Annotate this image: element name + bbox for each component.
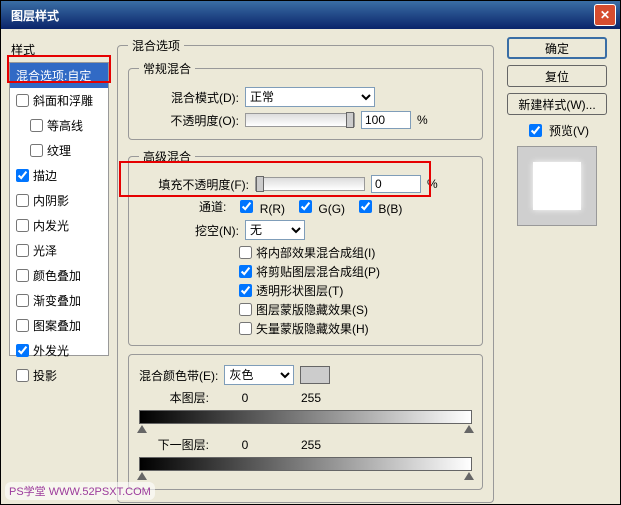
style-checkbox[interactable] (30, 119, 43, 132)
styles-list-item[interactable]: 投影 (10, 363, 108, 388)
style-item-label: 光泽 (33, 242, 57, 259)
cancel-button[interactable]: 复位 (507, 65, 607, 87)
ok-button[interactable]: 确定 (507, 37, 607, 59)
next-low: 0 (215, 438, 275, 452)
styles-list-item[interactable]: 光泽 (10, 238, 108, 263)
opt1-label: 将内部效果混合成组(I) (256, 244, 375, 261)
style-checkbox[interactable] (16, 294, 29, 307)
next-high: 255 (281, 438, 341, 452)
new-style-button[interactable]: 新建样式(W)... (507, 93, 607, 115)
style-checkbox[interactable] (16, 194, 29, 207)
advanced-blend-group: 高级混合 填充不透明度(F): % 通道: R(R) G(G) B(B) (128, 148, 483, 346)
this-low: 0 (215, 391, 275, 405)
styles-list-item[interactable]: 等高线 (10, 113, 108, 138)
opt5-check[interactable] (239, 322, 252, 335)
opt3-label: 透明形状图层(T) (256, 282, 343, 299)
style-checkbox[interactable] (16, 169, 29, 182)
opacity-unit: % (417, 113, 428, 127)
preview-check[interactable]: 预览(V) (525, 121, 589, 140)
styles-list-item[interactable]: 混合选项:自定 (10, 63, 108, 88)
style-item-label: 等高线 (47, 117, 83, 134)
style-item-label: 描边 (33, 167, 57, 184)
blendif-swatch (300, 366, 330, 384)
style-item-label: 投影 (33, 367, 57, 384)
blendif-label: 混合颜色带(E): (139, 367, 218, 384)
style-item-label: 颜色叠加 (33, 267, 81, 284)
opt1-check[interactable] (239, 246, 252, 259)
channel-b[interactable]: B(B) (355, 197, 402, 216)
style-checkbox[interactable] (16, 244, 29, 257)
style-item-label: 斜面和浮雕 (33, 92, 93, 109)
blend-mode-label: 混合模式(D): (139, 89, 239, 106)
style-checkbox[interactable] (16, 319, 29, 332)
style-checkbox[interactable] (16, 219, 29, 232)
style-item-label: 外发光 (33, 342, 69, 359)
style-item-label: 内发光 (33, 217, 69, 234)
styles-header: 样式 (9, 37, 109, 62)
opt4-label: 图层蒙版隐藏效果(S) (256, 301, 368, 318)
fill-opacity-label: 填充不透明度(F): (139, 176, 249, 193)
opt4-check[interactable] (239, 303, 252, 316)
blend-options-title: 混合选项 (128, 37, 184, 54)
style-item-label: 渐变叠加 (33, 292, 81, 309)
styles-list-item[interactable]: 外发光 (10, 338, 108, 363)
channels-label: 通道: (199, 198, 226, 215)
styles-list-item[interactable]: 斜面和浮雕 (10, 88, 108, 113)
style-item-label: 混合选项:自定 (16, 67, 91, 84)
styles-list-item[interactable]: 图案叠加 (10, 313, 108, 338)
fill-opacity-input[interactable] (371, 175, 421, 193)
channel-r[interactable]: R(R) (236, 197, 285, 216)
channel-g[interactable]: G(G) (295, 197, 345, 216)
blendif-group: 混合颜色带(E): 灰色 本图层: 0 255 下一图层: 0 255 (128, 354, 483, 490)
styles-list-item[interactable]: 颜色叠加 (10, 263, 108, 288)
style-checkbox[interactable] (16, 369, 29, 382)
this-layer-gradient[interactable] (139, 410, 472, 424)
general-legend: 常规混合 (139, 60, 195, 77)
opt5-label: 矢量蒙版隐藏效果(H) (256, 320, 369, 337)
opacity-label: 不透明度(O): (139, 112, 239, 129)
general-blend-group: 常规混合 混合模式(D): 正常 不透明度(O): % (128, 60, 483, 140)
opt2-label: 将剪贴图层混合成组(P) (256, 263, 380, 280)
styles-list-item[interactable]: 描边 (10, 163, 108, 188)
style-item-label: 图案叠加 (33, 317, 81, 334)
next-layer-gradient[interactable] (139, 457, 472, 471)
watermark: PS学堂 WWW.52PSXT.COM (5, 482, 155, 500)
fill-opacity-slider[interactable] (255, 177, 365, 191)
blend-mode-select[interactable]: 正常 (245, 87, 375, 107)
style-item-label: 内阴影 (33, 192, 69, 209)
blend-options-group: 混合选项 常规混合 混合模式(D): 正常 不透明度(O): % (117, 37, 494, 503)
styles-list-item[interactable]: 内发光 (10, 213, 108, 238)
opt2-check[interactable] (239, 265, 252, 278)
this-layer-label: 本图层: (139, 389, 209, 406)
style-checkbox[interactable] (16, 269, 29, 282)
style-checkbox[interactable] (16, 344, 29, 357)
styles-list-item[interactable]: 渐变叠加 (10, 288, 108, 313)
blendif-channel-select[interactable]: 灰色 (224, 365, 294, 385)
close-icon: ✕ (600, 8, 610, 22)
opacity-input[interactable] (361, 111, 411, 129)
style-checkbox[interactable] (16, 94, 29, 107)
opacity-slider[interactable] (245, 113, 355, 127)
style-item-label: 纹理 (47, 142, 71, 159)
window-title: 图层样式 (5, 7, 59, 24)
knockout-label: 挖空(N): (139, 222, 239, 239)
advanced-legend: 高级混合 (139, 148, 195, 165)
fill-unit: % (427, 177, 438, 191)
this-high: 255 (281, 391, 341, 405)
opt3-check[interactable] (239, 284, 252, 297)
preview-box (517, 146, 597, 226)
next-layer-label: 下一图层: (139, 436, 209, 453)
styles-list[interactable]: 混合选项:自定斜面和浮雕等高线纹理描边内阴影内发光光泽颜色叠加渐变叠加图案叠加外… (9, 62, 109, 356)
close-button[interactable]: ✕ (594, 4, 616, 26)
styles-list-item[interactable]: 纹理 (10, 138, 108, 163)
style-checkbox[interactable] (30, 144, 43, 157)
knockout-select[interactable]: 无 (245, 220, 305, 240)
styles-list-item[interactable]: 内阴影 (10, 188, 108, 213)
